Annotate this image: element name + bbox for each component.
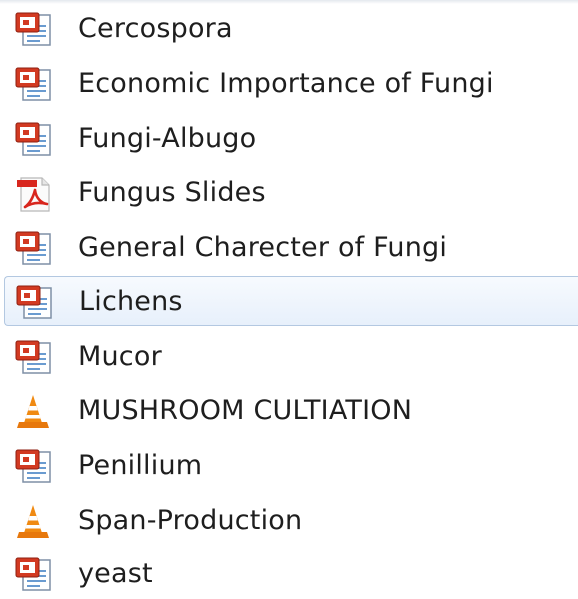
powerpoint-file-icon — [14, 556, 54, 594]
list-item-mushroom-cultiation[interactable]: MUSHROOM CULTIATION — [4, 386, 578, 436]
list-item-cercospora[interactable]: Cercospora — [4, 4, 578, 54]
file-name: General Charecter of Fungi — [78, 232, 448, 263]
list-item-mucor[interactable]: Mucor — [4, 332, 578, 382]
powerpoint-file-icon — [14, 230, 54, 268]
file-name: Economic Importance of Fungi — [78, 68, 494, 99]
file-name: Fungus Slides — [78, 177, 266, 208]
list-item-economic-importance-of-fungi[interactable]: Economic Importance of Fungi — [4, 59, 578, 109]
vlc-media-file-icon — [14, 503, 54, 541]
file-name: Cercospora — [78, 13, 233, 44]
powerpoint-file-icon — [14, 448, 54, 486]
pdf-file-icon — [14, 175, 54, 213]
file-name: MUSHROOM CULTIATION — [78, 395, 413, 426]
list-item-general-charecter-of-fungi[interactable]: General Charecter of Fungi — [4, 223, 578, 273]
vlc-media-file-icon — [14, 393, 54, 431]
powerpoint-file-icon — [15, 284, 55, 322]
list-item-fungi-albugo[interactable]: Fungi-Albugo — [4, 114, 578, 164]
file-name: Lichens — [79, 286, 183, 317]
file-name: Span-Production — [78, 505, 303, 536]
file-name: Penillium — [78, 450, 203, 481]
powerpoint-file-icon — [14, 66, 54, 104]
powerpoint-file-icon — [14, 339, 54, 377]
list-item-span-production[interactable]: Span-Production — [4, 496, 578, 546]
file-name: Mucor — [78, 341, 162, 372]
list-item-yeast[interactable]: yeast — [4, 549, 578, 599]
list-item-fungus-slides[interactable]: Fungus Slides — [4, 168, 578, 218]
list-item-lichens[interactable]: Lichens — [4, 276, 578, 326]
powerpoint-file-icon — [14, 121, 54, 159]
file-name: Fungi-Albugo — [78, 123, 257, 154]
list-item-penillium[interactable]: Penillium — [4, 441, 578, 491]
file-name: yeast — [78, 558, 153, 589]
powerpoint-file-icon — [14, 11, 54, 49]
